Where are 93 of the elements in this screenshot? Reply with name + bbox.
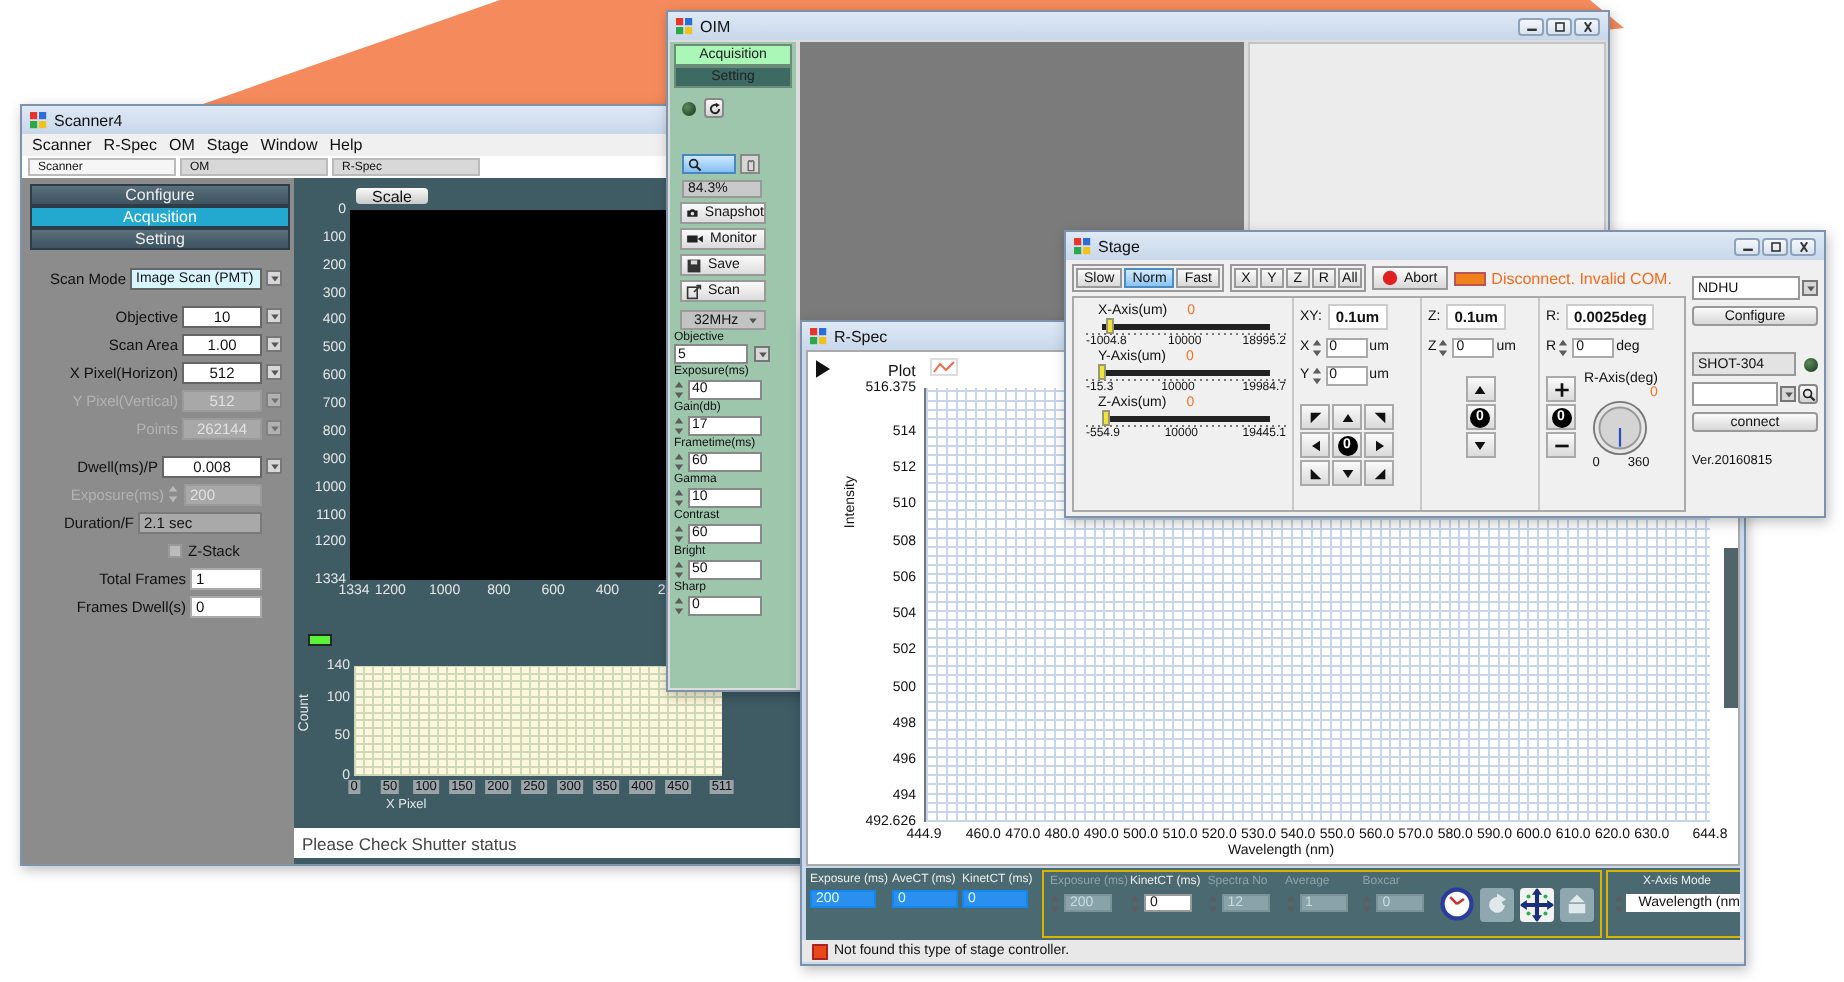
menu-item[interactable]: R-Spec <box>103 136 157 154</box>
nav-button[interactable]: Configure <box>30 184 290 206</box>
minimize-button[interactable] <box>1734 237 1760 255</box>
caret-icon <box>757 349 767 359</box>
checkbox[interactable] <box>168 543 182 557</box>
caret-icon <box>269 367 279 377</box>
error-icon <box>812 943 828 959</box>
minus-button[interactable] <box>1546 432 1576 458</box>
close-button[interactable] <box>1574 17 1600 35</box>
caret-icon <box>269 423 279 433</box>
dropdown-button[interactable] <box>754 346 770 362</box>
maximize-button[interactable] <box>1762 237 1788 255</box>
slider-thumb[interactable] <box>1098 364 1107 380</box>
jog-button[interactable] <box>1332 404 1362 430</box>
camera-icon <box>686 206 699 220</box>
jog-button[interactable] <box>1364 404 1394 430</box>
move-button[interactable] <box>1520 887 1554 921</box>
triangle-icon <box>1472 437 1488 453</box>
move-icon <box>1520 887 1554 921</box>
menu-item[interactable]: Help <box>329 136 363 154</box>
zoom-tool-button[interactable] <box>682 154 736 174</box>
dropdown-button[interactable] <box>266 270 282 286</box>
app-icon <box>30 111 48 129</box>
caret-icon <box>269 461 279 471</box>
scale-button[interactable]: Scale <box>356 188 428 204</box>
maximize-icon <box>1767 241 1783 251</box>
export-icon <box>1566 893 1588 915</box>
legend-label: Plot <box>888 362 916 380</box>
slider[interactable] <box>1102 416 1270 422</box>
magnifier-icon <box>688 157 702 171</box>
jog-button[interactable] <box>1300 432 1330 458</box>
video-camera-icon <box>686 232 704 246</box>
app-icon <box>1074 237 1092 255</box>
slider[interactable] <box>1102 324 1270 330</box>
plus-icon <box>1553 381 1569 397</box>
caret-icon <box>1783 389 1793 399</box>
caret-icon <box>748 315 758 325</box>
caret-icon <box>1805 283 1815 293</box>
menu-item[interactable]: OM <box>168 136 195 154</box>
close-icon <box>1579 21 1595 31</box>
window-title: OIM <box>700 17 731 35</box>
refresh-icon <box>707 101 721 115</box>
maximize-icon <box>1551 21 1567 31</box>
legend-line-icon <box>930 358 958 376</box>
jog-button[interactable] <box>1300 460 1330 486</box>
dropdown[interactable] <box>1692 382 1778 406</box>
menu-item[interactable]: Scanner <box>32 136 92 154</box>
clock-button[interactable] <box>1440 887 1474 921</box>
search-button[interactable] <box>1798 384 1818 404</box>
plus-button[interactable] <box>1546 376 1576 402</box>
dropdown-button[interactable] <box>266 308 282 324</box>
refresh-icon <box>1486 893 1508 915</box>
export-icon <box>686 283 702 299</box>
nav-button[interactable]: Setting <box>30 228 290 250</box>
pan-tool-button[interactable] <box>740 154 760 174</box>
triangle-icon <box>1472 381 1488 397</box>
slider[interactable] <box>1102 370 1270 376</box>
close-icon <box>1795 241 1811 251</box>
minimize-button[interactable] <box>1518 17 1544 35</box>
dropdown-button[interactable] <box>266 458 282 474</box>
search-icon <box>1801 387 1815 401</box>
caret-icon <box>269 311 279 321</box>
dropdown-button[interactable] <box>266 364 282 380</box>
window-title: R-Spec <box>834 327 888 345</box>
jog-button[interactable] <box>1300 404 1330 430</box>
play-icon <box>816 360 830 378</box>
jog-button[interactable] <box>1364 460 1394 486</box>
menu-item[interactable]: Window <box>260 136 318 154</box>
app-icon <box>676 17 694 35</box>
rotary-knob[interactable] <box>1592 400 1649 456</box>
refresh-button[interactable] <box>704 98 724 118</box>
jog-button[interactable] <box>1465 432 1495 458</box>
caret-icon <box>269 395 279 405</box>
maximize-button[interactable] <box>1546 17 1572 35</box>
dropdown-button[interactable] <box>1802 280 1818 296</box>
jog-button[interactable] <box>1332 460 1362 486</box>
status-message: Disconnect. Invalid COM. <box>1491 269 1672 287</box>
window-title: Stage <box>1098 237 1140 255</box>
jog-button[interactable] <box>1465 376 1495 402</box>
slider-thumb[interactable] <box>1106 318 1115 334</box>
clock-icon <box>1440 886 1474 922</box>
menu-item[interactable]: Stage <box>206 136 249 154</box>
slider-thumb[interactable] <box>1102 410 1111 426</box>
caret-icon <box>269 339 279 349</box>
app-icon <box>810 327 828 345</box>
dropdown-button[interactable] <box>1780 386 1796 402</box>
jog-button[interactable] <box>1364 432 1394 458</box>
close-button[interactable] <box>1790 237 1816 255</box>
caret-icon <box>269 273 279 283</box>
dropdown-button[interactable] <box>266 336 282 352</box>
stop-icon <box>1381 270 1398 286</box>
window-title: Scanner4 <box>54 111 123 129</box>
hand-icon <box>743 157 757 171</box>
